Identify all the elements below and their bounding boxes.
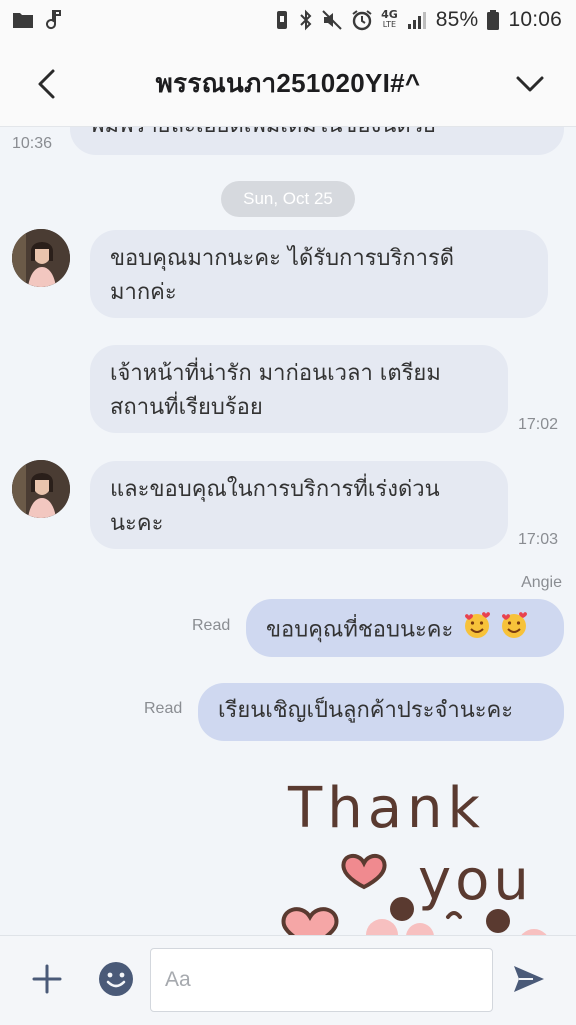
send-button[interactable] bbox=[510, 960, 548, 998]
network-type: 4G LTE bbox=[381, 8, 398, 29]
message-text: ขอบคุณที่ชอบนะคะ bbox=[266, 617, 454, 643]
menu-toggle-button[interactable] bbox=[510, 64, 550, 104]
chevron-down-icon bbox=[516, 76, 544, 92]
chat-header: พรรณนภา251020YI#^ bbox=[0, 40, 576, 127]
sticker-text-thank: Thank bbox=[287, 776, 485, 841]
battery-percent: 85% bbox=[435, 8, 479, 31]
vibrate-icon bbox=[273, 9, 291, 31]
avatar[interactable] bbox=[12, 229, 70, 287]
message-bubble[interactable]: ขอบคุณมากนะคะ ได้รับการบริการดี มากค่ะ bbox=[90, 230, 548, 318]
status-bar: 4G LTE 85% 10:06 bbox=[0, 0, 576, 40]
sticker-text-you: you bbox=[418, 848, 533, 913]
message-time: 17:02 bbox=[518, 416, 559, 433]
message-line: มากค่ะ bbox=[110, 280, 177, 305]
read-receipt: Read bbox=[192, 617, 231, 634]
plus-icon bbox=[32, 964, 62, 994]
message-text: เรียนเชิญเป็นลูกค้าประจำนะคะ bbox=[218, 698, 514, 723]
message-bubble[interactable]: และขอบคุณในการบริการที่เร่งด่วน นะคะ bbox=[90, 461, 508, 549]
alarm-icon bbox=[351, 9, 373, 31]
message-bubble[interactable]: เจ้าหน้าที่น่ารัก มาก่อนเวลา เตรียม สถาน… bbox=[90, 345, 508, 433]
message-line: สถานที่เรียบร้อย bbox=[110, 395, 263, 420]
message-line: เจ้าหน้าที่น่ารัก มาก่อนเวลา เตรียม bbox=[110, 361, 441, 386]
message-text: พิมพ์รายละเอียดเพิ่มเติมในช่องนี้ด้วย bbox=[90, 127, 436, 138]
send-icon bbox=[514, 966, 544, 992]
emoji-icon bbox=[99, 962, 133, 996]
back-arrow-icon bbox=[38, 69, 55, 99]
message-line: และขอบคุณในการบริการที่เร่งด่วน bbox=[110, 477, 440, 502]
chat-title: พรรณนภา251020YI#^ bbox=[155, 67, 421, 98]
message-input[interactable] bbox=[150, 948, 493, 1012]
read-receipt: Read bbox=[144, 700, 183, 717]
folder-icon bbox=[12, 11, 34, 29]
message-line: ขอบคุณมากนะคะ ได้รับการบริการดี bbox=[110, 246, 455, 271]
back-button[interactable] bbox=[26, 64, 66, 104]
music-note-icon bbox=[46, 9, 64, 31]
message-bubble[interactable]: เรียนเชิญเป็นลูกค้าประจำนะคะ bbox=[198, 683, 564, 741]
thank-you-sticker[interactable]: Thank you bbox=[272, 775, 572, 935]
clock: 10:06 bbox=[508, 8, 562, 31]
message-bubble[interactable]: พิมพ์รายละเอียดเพิ่มเติมในช่องนี้ด้วย bbox=[70, 127, 564, 155]
chat-area[interactable]: พิมพ์รายละเอียดเพิ่มเติมในช่องนี้ด้วย 10… bbox=[0, 127, 576, 935]
bluetooth-icon bbox=[299, 9, 313, 31]
signal-icon bbox=[406, 10, 428, 30]
add-attachment-button[interactable] bbox=[28, 960, 66, 998]
date-separator: Sun, Oct 25 bbox=[221, 181, 355, 217]
smiling-face-with-hearts-icon bbox=[462, 610, 492, 651]
message-time: 10:36 bbox=[12, 135, 53, 152]
avatar[interactable] bbox=[12, 460, 70, 518]
input-bar bbox=[0, 935, 576, 1025]
message-bubble[interactable]: ขอบคุณที่ชอบนะคะ bbox=[246, 599, 564, 657]
battery-icon bbox=[486, 9, 500, 31]
smiling-face-with-hearts-icon bbox=[499, 610, 529, 651]
message-time: 17:03 bbox=[518, 531, 559, 548]
message-line: นะคะ bbox=[110, 511, 164, 536]
sender-name: Angie bbox=[521, 574, 562, 591]
emoji-button[interactable] bbox=[97, 960, 135, 998]
mute-icon bbox=[321, 9, 343, 31]
